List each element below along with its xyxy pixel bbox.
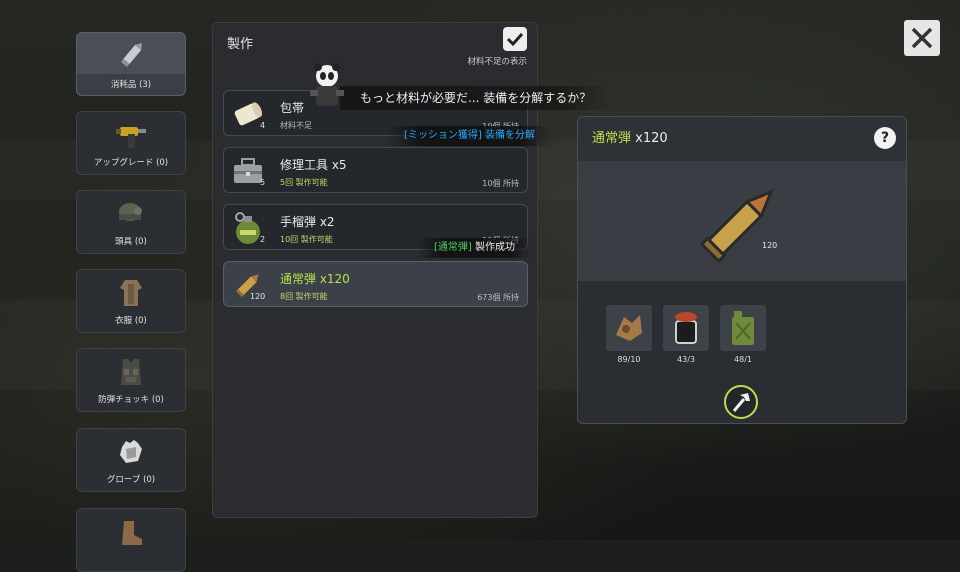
item-quantity: 120 (250, 292, 266, 301)
detail-title: 通常弾 x120 (592, 127, 668, 146)
item-name: 通常弾 x120 (280, 272, 350, 286)
material-count: 43/3 (677, 355, 695, 364)
material-count: 48/1 (734, 355, 752, 364)
material-scrap-metal (606, 305, 652, 351)
item-status: 5回 製作可能 (280, 178, 328, 187)
detail-header: 通常弾 x120 ? (578, 117, 906, 161)
item-status: 10回 製作可能 (280, 235, 333, 244)
detail-art-quantity: 120 (762, 241, 778, 250)
category-consumables[interactable]: 消耗品 (3) (76, 32, 186, 96)
category-label: 衣服 (0) (115, 316, 147, 326)
category-gloves[interactable]: グローブ (0) (76, 428, 186, 492)
gunpowder-jar-icon (675, 312, 697, 344)
item-quantity: 4 (260, 121, 266, 130)
bullet-icon (699, 189, 774, 264)
mascot-dialog: もっと材料が必要だ... 装備を分解するか？ (340, 86, 612, 110)
category-clothing[interactable]: 衣服 (0) (76, 269, 186, 333)
item-status: 8回 製作可能 (280, 292, 328, 301)
item-quantity: 5 (260, 178, 266, 187)
panda-mascot-icon (310, 63, 344, 106)
materials-row: 89/10 43/3 48/1 (578, 281, 906, 381)
panel-title: 製作 (227, 37, 254, 52)
hammer-icon (732, 393, 750, 412)
category-label: 頭具 (0) (115, 237, 147, 247)
show-insufficient-checkbox[interactable] (503, 27, 527, 51)
notice-tag: [通常弾] (434, 242, 472, 253)
category-upgrade[interactable]: アップグレード (0) (76, 111, 186, 175)
show-insufficient-label: 材料不足の表示 (467, 57, 527, 67)
detail-item-name: 通常弾 (592, 131, 632, 146)
detail-item-qty: x120 (635, 131, 668, 146)
category-vest[interactable]: 防弾チョッキ (0) (76, 348, 186, 412)
category-boots[interactable] (76, 508, 186, 572)
item-name: 手榴弾 x2 (280, 215, 335, 229)
help-button[interactable]: ? (874, 127, 896, 149)
item-owned: 673個 所持 (477, 293, 519, 302)
detail-item-art: 120 (578, 161, 906, 281)
bullet-icon (120, 42, 142, 67)
scrap-metal-icon (616, 315, 642, 341)
category-label: 防弾チョッキ (0) (98, 395, 164, 405)
category-label: グローブ (0) (106, 475, 156, 485)
item-name: 包帯 (280, 101, 305, 115)
material-count: 89/10 (617, 355, 641, 364)
clothing-icon (120, 280, 142, 306)
item-detail-panel: 通常弾 x120 ? 120 89/10 43/3 48/1 (577, 116, 907, 424)
notice-text: 装備を分解 (485, 130, 535, 141)
craft-button[interactable] (724, 385, 758, 419)
craft-item-repair-kit[interactable]: 5 修理工具 x5 5回 製作可能 10個 所持 (223, 147, 528, 193)
material-gunpowder (663, 305, 709, 351)
item-name: 修理工具 x5 (280, 158, 347, 172)
notice-text: 製作成功 (475, 242, 515, 253)
item-owned: 10個 所持 (482, 179, 519, 188)
jerrycan-icon (732, 311, 754, 345)
helmet-icon (119, 203, 142, 221)
mission-notice: [ミッション獲得] 装備を分解 (388, 126, 551, 146)
item-status: 材料不足 (280, 121, 312, 130)
vest-icon (121, 359, 141, 385)
category-label: アップグレード (0) (93, 158, 169, 168)
close-button[interactable] (904, 20, 940, 56)
craft-success-notice: [通常弾] 製作成功 (418, 238, 531, 258)
item-quantity: 2 (260, 235, 266, 244)
material-fuel (720, 305, 766, 351)
notice-tag: [ミッション獲得] (404, 130, 482, 141)
glove-icon (120, 440, 142, 463)
drill-icon (116, 127, 146, 148)
close-icon (911, 27, 933, 49)
category-label: 消耗品 (3) (77, 74, 185, 95)
category-headgear[interactable]: 頭具 (0) (76, 190, 186, 254)
checkmark-icon (506, 32, 524, 47)
craft-item-standard-ammo[interactable]: 120 通常弾 x120 8回 製作可能 673個 所持 (223, 261, 528, 307)
boots-icon (122, 521, 142, 545)
